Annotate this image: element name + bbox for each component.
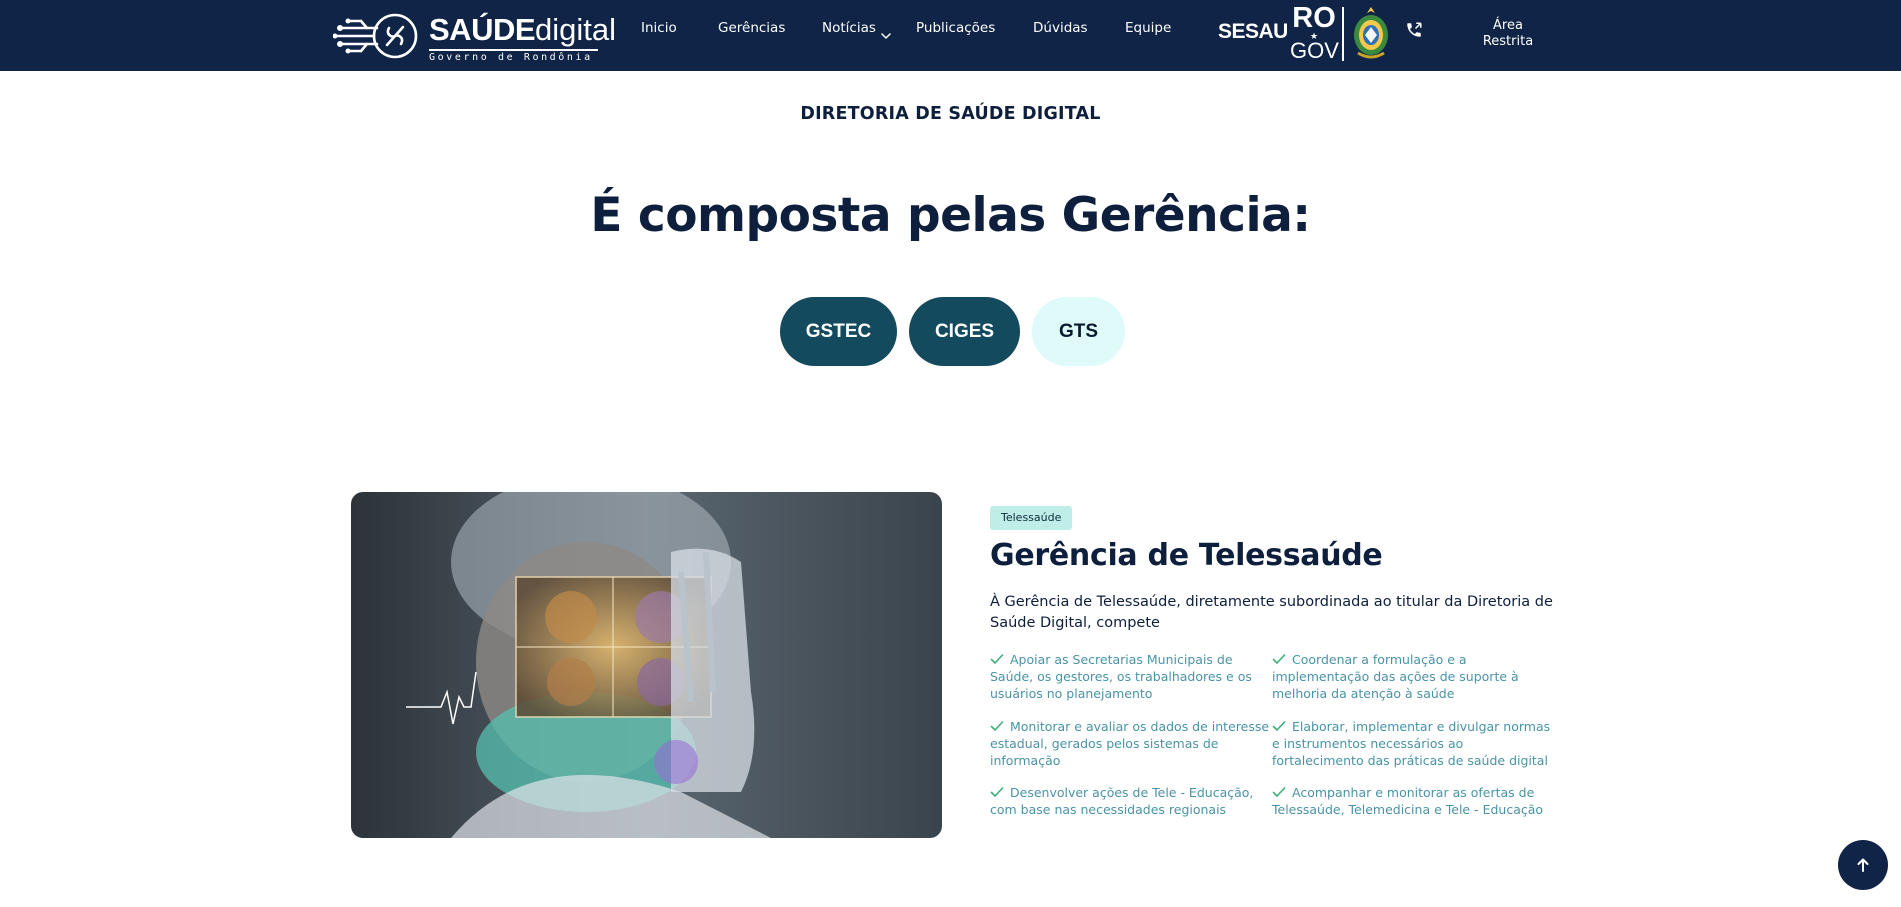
section-title: Gerência de Telessaúde	[990, 538, 1383, 573]
feature-item: Acompanhar e monitorar as ofertas de Tel…	[1272, 784, 1552, 818]
feature-item: Coordenar a formulação e a implementação…	[1272, 651, 1552, 702]
logo-underline	[429, 49, 598, 51]
check-icon	[1272, 787, 1286, 798]
feature-item: Monitorar e avaliar os dados de interess…	[990, 718, 1270, 769]
feature-text: Monitorar e avaliar os dados de interess…	[990, 719, 1270, 768]
feature-text: Acompanhar e monitorar as ofertas de Tel…	[1272, 785, 1544, 817]
check-icon	[990, 787, 1004, 798]
chevron-down-icon[interactable]	[880, 30, 892, 42]
tab-ciges[interactable]: CIGES	[909, 297, 1020, 366]
feature-text: Desenvolver ações de Tele - Educação, co…	[990, 785, 1254, 817]
feature-item: Desenvolver ações de Tele - Educação, co…	[990, 784, 1270, 818]
ro-label: RO	[1292, 2, 1336, 34]
section-eyebrow: DIRETORIA DE SAÚDE DIGITAL	[800, 104, 1101, 124]
category-tag: Telessaúde	[990, 506, 1073, 530]
sesau-logo[interactable]: SESAU	[1218, 20, 1288, 44]
feature-text: Elaborar, implementar e divulgar normas …	[1272, 719, 1551, 768]
nav-gerencias[interactable]: Gerências	[718, 19, 785, 37]
page-title: É composta pelas Gerência:	[590, 188, 1311, 243]
feature-item: Apoiar as Secretarias Municipais de Saúd…	[990, 651, 1270, 702]
check-icon	[1272, 721, 1286, 732]
area-restrita-link[interactable]: Área Restrita	[1475, 18, 1541, 50]
saude-digital-logo[interactable]: SAÚDEdigital Governo de Rondônia	[333, 9, 616, 63]
nav-noticias[interactable]: Notícias	[822, 19, 876, 37]
feature-text: Coordenar a formulação e a implementação…	[1272, 652, 1519, 701]
nav-inicio[interactable]: Inicio	[641, 19, 677, 37]
logo-divider	[1342, 7, 1344, 61]
gov-label: GOV	[1290, 38, 1339, 63]
top-navbar: SAÚDEdigital Governo de Rondônia Inicio …	[0, 0, 1901, 71]
tab-gstec[interactable]: GSTEC	[780, 297, 897, 366]
feature-item: Elaborar, implementar e divulgar normas …	[1272, 718, 1552, 769]
nav-equipe[interactable]: Equipe	[1125, 19, 1171, 37]
section-description: À Gerência de Telessaúde, diretamente su…	[990, 594, 1553, 631]
arrow-up-icon	[1857, 858, 1869, 872]
ro-gov-logo[interactable]: RO ★ GOV	[1290, 2, 1339, 64]
circuit-stethoscope-icon	[333, 13, 418, 59]
doctor-holding-brain-scan-image	[351, 492, 942, 838]
tab-gts[interactable]: GTS	[1032, 297, 1125, 366]
back-to-top-button[interactable]	[1838, 840, 1888, 890]
check-icon	[1272, 654, 1286, 665]
nav-publicacoes[interactable]: Publicações	[916, 19, 995, 37]
logo-wordmark: SAÚDEdigital	[429, 12, 617, 47]
nav-duvidas[interactable]: Dúvidas	[1033, 19, 1088, 37]
logo-subtitle: Governo de Rondônia	[429, 52, 593, 63]
phone-icon[interactable]	[1405, 21, 1423, 39]
check-icon	[990, 721, 1004, 732]
check-icon	[990, 654, 1004, 665]
state-coat-of-arms-icon	[1354, 7, 1388, 59]
feature-text: Apoiar as Secretarias Municipais de Saúd…	[990, 652, 1252, 701]
